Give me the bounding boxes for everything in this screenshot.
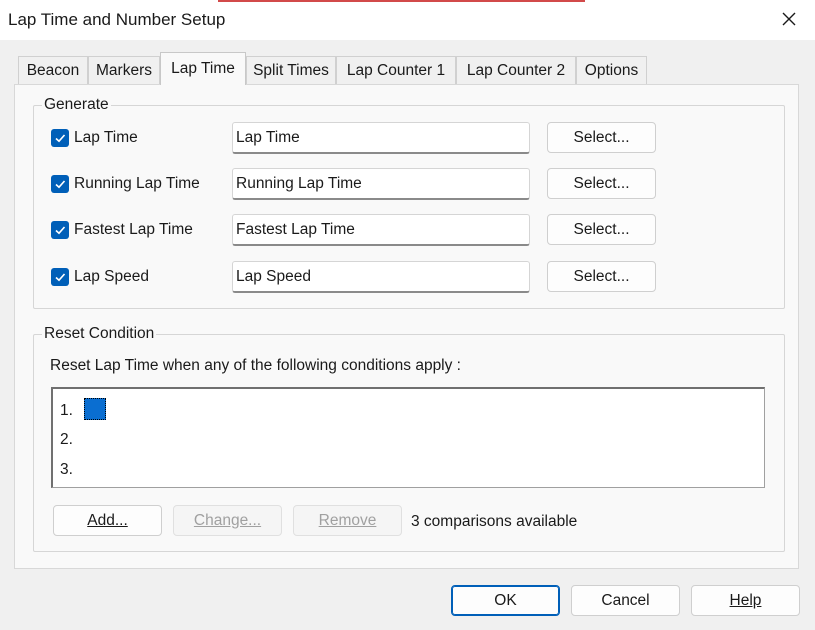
comparisons-available-text: 3 comparisons available — [411, 513, 578, 530]
reset-condition-group: Reset Condition Reset Lap Time when any … — [33, 325, 785, 552]
generate-row-fastest-lap-time: Fastest Lap Time Fastest Lap Time Select… — [34, 214, 784, 246]
checkmark-icon — [55, 226, 66, 235]
window-title: Lap Time and Number Setup — [8, 10, 226, 29]
fastest-lap-time-name-field[interactable]: Fastest Lap Time — [232, 214, 530, 246]
title-accent-strip — [218, 0, 585, 2]
help-button-label: Help — [729, 591, 762, 609]
lap-speed-checkbox[interactable] — [51, 268, 69, 286]
tab-options[interactable]: Options — [576, 56, 647, 84]
generate-row-lap-speed: Lap Speed Lap Speed Select... — [34, 261, 784, 293]
checkmark-icon — [55, 134, 66, 143]
list-selection-cell[interactable] — [84, 398, 106, 420]
lap-time-checkbox[interactable] — [51, 129, 69, 147]
help-button[interactable]: Help — [691, 585, 800, 616]
lap-time-name-field[interactable]: Lap Time — [232, 122, 530, 154]
tab-markers[interactable]: Markers — [88, 56, 160, 84]
running-lap-time-checkbox[interactable] — [51, 175, 69, 193]
lap-time-select-button[interactable]: Select... — [547, 122, 656, 153]
list-item-number: 2. — [60, 431, 73, 448]
remove-button-label: Remove — [318, 511, 377, 529]
tab-lap-time[interactable]: Lap Time — [160, 52, 246, 85]
running-lap-time-name-field[interactable]: Running Lap Time — [232, 168, 530, 200]
reset-conditions-list[interactable]: 1. 2. 3. — [51, 387, 765, 488]
tab-lap-counter-2[interactable]: Lap Counter 2 — [456, 56, 576, 84]
lap-speed-name-field[interactable]: Lap Speed — [232, 261, 530, 293]
cancel-button[interactable]: Cancel — [571, 585, 680, 616]
ok-button[interactable]: OK — [451, 585, 560, 616]
tab-beacon[interactable]: Beacon — [18, 56, 88, 84]
change-button[interactable]: Change... — [173, 505, 282, 536]
close-icon — [782, 12, 796, 26]
title-bar: Lap Time and Number Setup — [0, 0, 815, 40]
add-button[interactable]: Add... — [53, 505, 162, 536]
generate-legend: Generate — [42, 96, 111, 114]
lap-speed-checkbox-label[interactable]: Lap Speed — [74, 268, 149, 286]
running-lap-time-checkbox-label[interactable]: Running Lap Time — [74, 175, 200, 193]
add-button-label: Add... — [87, 511, 128, 529]
fastest-lap-time-checkbox[interactable] — [51, 221, 69, 239]
reset-condition-description: Reset Lap Time when any of the following… — [50, 357, 461, 374]
lap-time-checkbox-label[interactable]: Lap Time — [74, 129, 138, 147]
fastest-lap-time-checkbox-label[interactable]: Fastest Lap Time — [74, 221, 193, 239]
fastest-lap-time-select-button[interactable]: Select... — [547, 214, 656, 245]
generate-row-lap-time: Lap Time Lap Time Select... — [34, 122, 784, 154]
running-lap-time-select-button[interactable]: Select... — [547, 168, 656, 199]
generate-row-running-lap-time: Running Lap Time Running Lap Time Select… — [34, 168, 784, 200]
checkmark-icon — [55, 273, 66, 282]
tab-split-times[interactable]: Split Times — [246, 56, 336, 84]
tab-panel: Generate Lap Time Lap Time Select... Run… — [14, 84, 799, 569]
close-button[interactable] — [768, 2, 810, 36]
list-item-number: 1. — [60, 402, 73, 419]
list-item-number: 3. — [60, 461, 73, 478]
remove-button[interactable]: Remove — [293, 505, 402, 536]
change-button-label: Change... — [193, 511, 262, 529]
reset-condition-legend: Reset Condition — [42, 325, 157, 343]
generate-group: Generate Lap Time Lap Time Select... Run… — [33, 96, 785, 309]
checkmark-icon — [55, 180, 66, 189]
tab-lap-counter-1[interactable]: Lap Counter 1 — [336, 56, 456, 84]
lap-speed-select-button[interactable]: Select... — [547, 261, 656, 292]
